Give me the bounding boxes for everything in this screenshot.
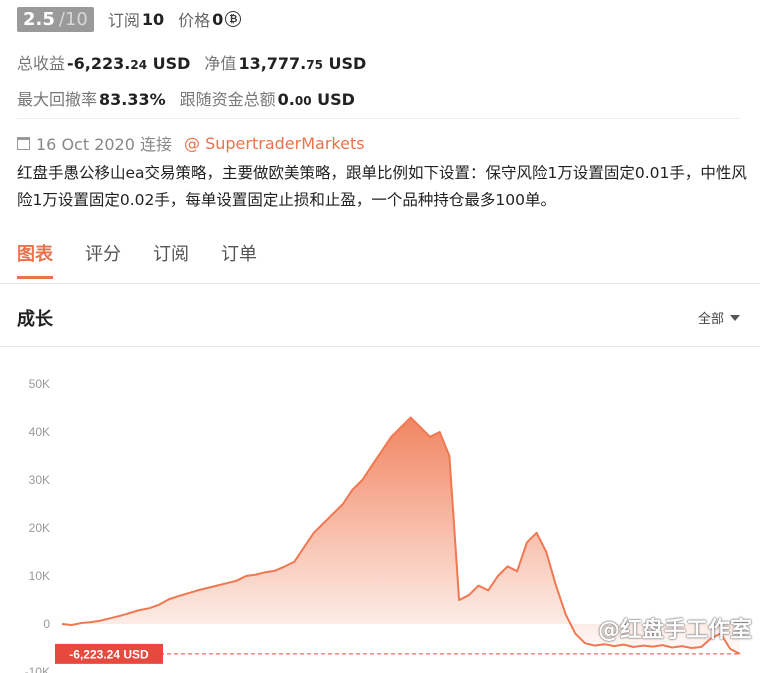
section-title: 成长 [17, 309, 53, 330]
range-filter-dropdown[interactable]: 全部 [698, 308, 740, 327]
header-row: 2.5 /10 订阅 10 价格 0 ₿ [17, 5, 242, 33]
drawdown-label: 最大回撤率 [17, 90, 98, 109]
tab-subscribe[interactable]: 订阅 [153, 240, 189, 279]
connection-row: 16 Oct 2020 连接 @ SupertraderMarkets [17, 131, 365, 155]
rating-value: 2.5 [23, 8, 55, 30]
watermark: @红盘手工作室 [597, 618, 752, 643]
y-tick-label: 10K [29, 569, 50, 583]
tab-rating[interactable]: 评分 [85, 240, 121, 279]
price-value: 0 [212, 9, 224, 29]
strategy-description: 红盘手愚公移山ea交易策略，主要做欧美策略，跟单比例如下设置：保守风险1万设置固… [17, 164, 747, 209]
connection-date: 16 Oct 2020 连接 [36, 135, 173, 154]
tab-divider [0, 283, 760, 284]
price-label: 价格 [178, 11, 211, 30]
stats-row-1: 总收益 -6,223.24 USD 净值 13,777.75 USD [17, 50, 366, 74]
broker-link[interactable]: @ SupertraderMarkets [184, 134, 365, 153]
range-filter-label: 全部 [697, 312, 724, 327]
follow-funds-value: 0.00 USD [277, 90, 355, 109]
divider [17, 118, 740, 119]
y-tick-label: 0 [43, 617, 50, 631]
drawdown-value: 83.33% [99, 90, 166, 109]
tab-orders[interactable]: 订单 [221, 240, 257, 279]
stats-row-2: 最大回撤率 83.33% 跟随资金总额 0.00 USD [17, 86, 355, 110]
y-tick-label: 30K [29, 473, 50, 487]
y-tick-label: 50K [29, 377, 50, 391]
current-value-label: -6,223.24 USD [69, 647, 149, 661]
coin-icon: ₿ [225, 11, 242, 27]
rating-max: /10 [58, 8, 88, 30]
y-tick-label: 40K [29, 425, 50, 439]
profit-label: 总收益 [17, 54, 66, 73]
rating-badge: 2.5 /10 [17, 6, 94, 32]
nav-label: 净值 [204, 54, 237, 73]
nav-value: 13,777.75 USD [238, 54, 367, 73]
tab-chart[interactable]: 图表 [17, 240, 53, 279]
tab-bar: 图表 评分 订阅 订单 [17, 240, 289, 279]
calendar-icon [17, 136, 30, 150]
y-tick-label: 20K [29, 521, 50, 535]
subscriptions-label: 订阅 [107, 11, 140, 30]
subscriptions-value: 10 [141, 9, 165, 29]
follow-funds-label: 跟随资金总额 [179, 90, 276, 109]
profit-value: -6,223.24 USD [67, 54, 191, 73]
y-tick-label: -10K [25, 665, 50, 673]
chevron-down-icon [730, 314, 740, 321]
